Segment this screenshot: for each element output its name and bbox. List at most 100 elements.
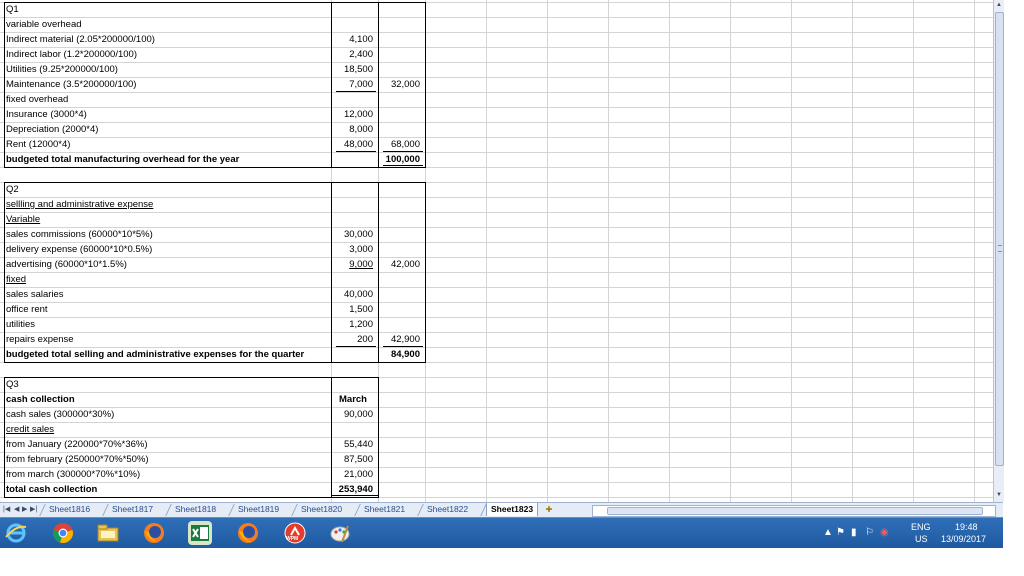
clock-time[interactable]: 19:48: [955, 521, 978, 533]
q3-col-border: [331, 377, 332, 497]
chrome-icon[interactable]: [51, 521, 75, 545]
wpm-icon[interactable]: WPM: [283, 521, 307, 545]
sheet-tab[interactable]: Sheet1823: [486, 503, 539, 516]
q2-variable-total[interactable]: 42,000: [380, 257, 420, 272]
q1-item-label[interactable]: Maintenance (3.5*200000/100): [6, 77, 331, 92]
q3-item-label[interactable]: from January (220000*70%*36%): [6, 437, 331, 452]
sheet-tab[interactable]: Sheet1820: [297, 503, 346, 516]
scroll-up-icon[interactable]: ▲: [995, 1, 1003, 10]
system-tray: ▲ ⚑ ▮ ⚐ ◉ ENG US 19:48 13/09/2017: [803, 518, 1003, 548]
q1-item-amount[interactable]: 8,000: [333, 122, 373, 137]
show-hidden-icons-icon[interactable]: ▲: [823, 527, 833, 539]
q1-variable-header[interactable]: variable overhead: [6, 17, 331, 32]
q2-heading[interactable]: sellling and administrative expense: [6, 197, 331, 212]
q1-item-label[interactable]: Depreciation (2000*4): [6, 122, 331, 137]
q3-credit-header[interactable]: credit sales: [6, 422, 331, 437]
q3-title[interactable]: Q3: [6, 377, 331, 392]
q1-variable-total[interactable]: 32,000: [380, 77, 420, 92]
q1-bottom-border: [4, 167, 426, 168]
q3-item-amount[interactable]: 55,440: [333, 437, 373, 452]
q1-item-amount[interactable]: 4,100: [333, 32, 373, 47]
language-region[interactable]: US: [915, 533, 928, 545]
wpm-label: WPM: [286, 536, 299, 542]
q2-item-label[interactable]: utilities: [6, 317, 331, 332]
q1-item-label[interactable]: Indirect material (2.05*200000/100): [6, 32, 331, 47]
q2-item-amount[interactable]: 3,000: [333, 242, 373, 257]
file-explorer-icon[interactable]: [96, 521, 120, 545]
flag-icon[interactable]: ⚑: [836, 527, 845, 539]
prev-sheet-icon[interactable]: ◀: [14, 505, 19, 515]
horizontal-scrollbar[interactable]: [592, 505, 996, 517]
q3-total-label[interactable]: total cash collection: [6, 482, 331, 497]
q1-fixed-total[interactable]: 68,000: [380, 137, 420, 152]
q1-col-border: [331, 2, 332, 167]
q3-heading[interactable]: cash collection: [6, 392, 331, 407]
q1-item-amount[interactable]: 12,000: [333, 107, 373, 122]
q2-title[interactable]: Q2: [6, 182, 331, 197]
q2-item-amount[interactable]: 1,200: [333, 317, 373, 332]
vertical-scroll-thumb[interactable]: [995, 12, 1004, 466]
q3-item-label[interactable]: from february (250000*70%*50%): [6, 452, 331, 467]
q2-item-amount[interactable]: 30,000: [333, 227, 373, 242]
language-code[interactable]: ENG: [911, 521, 931, 533]
q1-item-label[interactable]: Utilities (9.25*200000/100): [6, 62, 331, 77]
sheet-tab[interactable]: Sheet1821: [360, 503, 409, 516]
q1-item-label[interactable]: Insurance (3000*4): [6, 107, 331, 122]
sheet-tab[interactable]: Sheet1822: [423, 503, 472, 516]
q2-item-label[interactable]: sales salaries: [6, 287, 331, 302]
q1-item-amount[interactable]: 2,400: [333, 47, 373, 62]
q2-item-label[interactable]: advertising (60000*10*1.5%): [6, 257, 331, 272]
action-center-icon[interactable]: ⚐: [865, 527, 874, 539]
firefox-icon[interactable]: [236, 521, 260, 545]
network-signal-icon[interactable]: ▮: [851, 527, 857, 539]
clock-date[interactable]: 13/09/2017: [941, 533, 986, 545]
q1-item-label[interactable]: Rent (12000*4): [6, 137, 331, 152]
first-sheet-icon[interactable]: |◀: [3, 505, 10, 515]
sheet-tab[interactable]: Sheet1819: [234, 503, 283, 516]
q1-item-amount[interactable]: 7,000: [333, 77, 373, 92]
horizontal-scroll-thumb[interactable]: [607, 507, 983, 515]
sheet-tab[interactable]: Sheet1818: [171, 503, 220, 516]
q2-item-amount[interactable]: 200: [333, 332, 373, 347]
paint-icon[interactable]: [328, 521, 352, 545]
sheet-tab[interactable]: Sheet1817: [108, 503, 157, 516]
internet-explorer-icon[interactable]: [4, 521, 28, 545]
q2-fixed-total[interactable]: 42,900: [380, 332, 420, 347]
last-sheet-icon[interactable]: ▶|: [30, 505, 37, 515]
q2-fixed-header[interactable]: fixed: [6, 272, 331, 287]
q2-item-label[interactable]: delivery expense (60000*10*0.5%): [6, 242, 331, 257]
scroll-down-icon[interactable]: ▼: [995, 491, 1003, 500]
volume-muted-icon[interactable]: ◉: [880, 527, 889, 539]
q2-item-label[interactable]: repairs expense: [6, 332, 331, 347]
q1-title[interactable]: Q1: [6, 2, 331, 17]
q2-underline: [336, 346, 376, 347]
q1-total-label[interactable]: budgeted total manufacturing overhead fo…: [6, 152, 331, 167]
excel-icon[interactable]: [188, 521, 212, 545]
spreadsheet-grid[interactable]: Q1 variable overhead Indirect material (2.…: [0, 0, 993, 502]
q1-item-label[interactable]: Indirect labor (1.2*200000/100): [6, 47, 331, 62]
q3-left-border: [4, 377, 5, 497]
q3-cash-sales-value[interactable]: 90,000: [333, 407, 373, 422]
q2-item-amount[interactable]: 1,500: [333, 302, 373, 317]
vertical-scrollbar[interactable]: ▲ ▼: [993, 0, 1004, 502]
insert-sheet-icon[interactable]: ✚: [540, 504, 558, 515]
q1-fixed-header[interactable]: fixed overhead: [6, 92, 331, 107]
q2-item-amount[interactable]: 9,000: [333, 257, 373, 272]
q2-item-label[interactable]: office rent: [6, 302, 331, 317]
q3-item-amount[interactable]: 21,000: [333, 467, 373, 482]
q2-total-label[interactable]: budgeted total selling and administrativ…: [6, 347, 331, 362]
q2-item-amount[interactable]: 40,000: [333, 287, 373, 302]
q2-variable-header[interactable]: Variable: [6, 212, 331, 227]
next-sheet-icon[interactable]: ▶: [22, 505, 27, 515]
q2-total-value[interactable]: 84,900: [380, 347, 420, 362]
q3-item-amount[interactable]: 87,500: [333, 452, 373, 467]
q2-item-label[interactable]: sales commissions (60000*10*5%): [6, 227, 331, 242]
firefox-icon[interactable]: [142, 521, 166, 545]
q3-item-label[interactable]: from march (300000*70%*10%): [6, 467, 331, 482]
q2-bottom-border: [4, 362, 426, 363]
q3-column-header[interactable]: March: [333, 392, 373, 407]
q1-item-amount[interactable]: 18,500: [333, 62, 373, 77]
q3-cash-sales-label[interactable]: cash sales (300000*30%): [6, 407, 331, 422]
q1-item-amount[interactable]: 48,000: [333, 137, 373, 152]
sheet-tab[interactable]: Sheet1816: [45, 503, 94, 516]
